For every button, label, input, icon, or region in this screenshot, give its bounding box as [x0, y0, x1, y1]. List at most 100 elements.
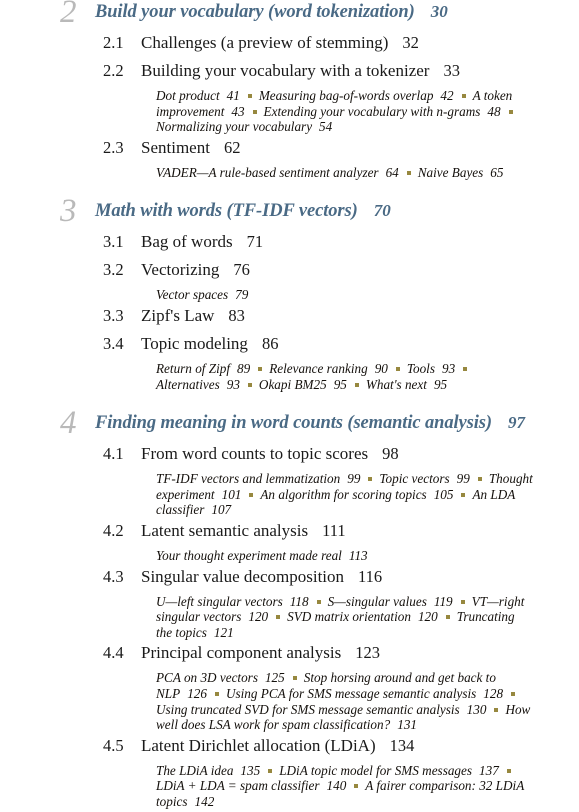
- subsection-entry[interactable]: VADER—A rule-based sentiment analyzer 64: [156, 165, 399, 180]
- chapter-spacer: [0, 395, 579, 411]
- subsection-entry[interactable]: S—singular values 119: [328, 594, 453, 609]
- subsection-page-number: 43: [231, 103, 245, 119]
- subsection-page-number: 48: [487, 103, 501, 119]
- section-title[interactable]: Principal component analysis: [141, 643, 341, 662]
- section-entry[interactable]: 3.3 Zipf's Law 83: [0, 306, 579, 331]
- subsection-entry[interactable]: U—left singular vectors 118: [156, 594, 309, 609]
- subsection-page-number: 107: [211, 502, 232, 518]
- separator-bullet-icon: [354, 784, 359, 789]
- section-entry[interactable]: 4.1 From word counts to topic scores 98: [0, 444, 579, 469]
- section-title[interactable]: Topic modeling: [141, 334, 248, 353]
- subsection-page-number: 93: [441, 360, 456, 376]
- subsection-entry[interactable]: Vector spaces 79: [156, 287, 248, 302]
- subsection-entry[interactable]: The LDiA idea 135: [156, 763, 260, 778]
- subsection-page-number: 131: [397, 717, 417, 733]
- subsection-page-number: 89: [237, 360, 251, 376]
- subsection-entry[interactable]: LDiA + LDA = spam classifier 140: [156, 778, 346, 793]
- section-number: 4.2: [103, 520, 124, 540]
- subsection-entry[interactable]: Using PCA for SMS message semantic analy…: [226, 686, 503, 701]
- section-page-number: 86: [261, 333, 279, 353]
- table-of-contents: 2 Build your vocabulary (word tokenizatio…: [0, 0, 579, 809]
- section-entry[interactable]: 2.2 Building your vocabulary with a token…: [0, 61, 579, 86]
- separator-bullet-icon: [461, 94, 466, 98]
- section-title-row: Singular value decomposition 116: [141, 567, 382, 587]
- subsection-list: U—left singular vectors 118 S—singular val…: [0, 592, 579, 644]
- subsection-entry[interactable]: Return of Zipf 89: [156, 361, 250, 376]
- section-entry[interactable]: 4.5 Latent Dirichlet allocation (LDiA) 134: [0, 736, 579, 761]
- subsection-entry[interactable]: An algorithm for scoring topics 105: [260, 487, 453, 502]
- subsection-title: SVD matrix orientation: [287, 609, 411, 625]
- separator-bullet-icon: [460, 599, 465, 604]
- subsection-entry[interactable]: Measuring bag-of-words overlap 42: [259, 88, 454, 103]
- subsection-entry[interactable]: Okapi BM25 95: [259, 377, 347, 392]
- subsection-paragraph: Your thought experiment made real 113: [0, 548, 579, 564]
- subsection-entry[interactable]: What's next 95: [366, 377, 447, 392]
- section-entry[interactable]: 3.1 Bag of words 71: [0, 232, 579, 257]
- section-title[interactable]: Sentiment: [141, 138, 210, 157]
- section-entry[interactable]: 3.4 Topic modeling 86: [0, 334, 579, 359]
- section-title[interactable]: From word counts to topic scores: [141, 444, 368, 463]
- separator-bullet-icon: [292, 676, 297, 681]
- section-entry[interactable]: 2.1 Challenges (a preview of stemming) 32: [0, 33, 579, 58]
- subsection-entry[interactable]: LDiA topic model for SMS messages 137: [279, 763, 499, 778]
- separator-bullet-icon: [247, 382, 252, 387]
- subsection-list: VADER—A rule-based sentiment analyzer 64 N…: [0, 163, 579, 184]
- section-number: 3.1: [103, 232, 124, 252]
- section-entry[interactable]: 4.4 Principal component analysis 123: [0, 643, 579, 668]
- section-title[interactable]: Singular value decomposition: [141, 567, 344, 586]
- subsection-entry[interactable]: SVD matrix orientation 120: [287, 609, 438, 624]
- subsection-title: Tools: [406, 360, 435, 376]
- subsection-entry[interactable]: Extending your vocabulary with n-grams 48: [264, 104, 501, 119]
- chapter-title[interactable]: Math with words (TF-IDF vectors): [95, 201, 358, 221]
- section-entry[interactable]: 2.3 Sentiment 62: [0, 138, 579, 163]
- subsection-title: U—left singular vectors: [156, 593, 283, 609]
- subsection-page-number: 135: [240, 762, 261, 778]
- section-page-number: 33: [443, 61, 460, 80]
- section-page-number: 62: [223, 137, 241, 157]
- section-page-number: 111: [322, 520, 346, 540]
- section-title[interactable]: Zipf's Law: [141, 306, 214, 325]
- subsection-title: Topic vectors: [379, 471, 450, 487]
- subsection-paragraph: U—left singular vectors 118 S—singular val…: [0, 594, 579, 641]
- subsection-entry[interactable]: Dot product 41: [156, 88, 240, 103]
- subsection-entry[interactable]: Normalizing your vocabulary 54: [156, 119, 332, 134]
- subsection-list: Vector spaces 79: [0, 285, 579, 306]
- section-title[interactable]: Building your vocabulary with a tokenize…: [141, 61, 429, 80]
- subsection-entry[interactable]: Topic vectors 99: [379, 471, 469, 486]
- chapter-page-number: 97: [507, 413, 525, 433]
- separator-bullet-icon: [463, 366, 468, 371]
- chapter-block: 4 Finding meaning in word counts (semanti…: [0, 407, 579, 812]
- subsection-paragraph: Return of Zipf 89 Relevance ranking 90 Tools…: [0, 361, 579, 392]
- section-number: 2.2: [103, 61, 124, 80]
- subsection-entry[interactable]: TF-IDF vectors and lemmatization 99: [156, 471, 360, 486]
- section-page-number: 134: [389, 735, 415, 755]
- section-entry[interactable]: 4.2 Latent semantic analysis 111: [0, 521, 579, 546]
- section-page-number: 71: [246, 232, 264, 252]
- subsection-entry[interactable]: Using truncated SVD for SMS message sema…: [156, 702, 486, 717]
- section-entry[interactable]: 4.3 Singular value decomposition 116: [0, 567, 579, 592]
- section-number: 3.2: [103, 260, 124, 280]
- section-title[interactable]: Vectorizing: [141, 260, 219, 279]
- chapter-heading[interactable]: 3 Math with words (TF-IDF vectors) 70: [0, 195, 579, 232]
- chapter-title[interactable]: Build your vocabulary (word tokenization…: [95, 2, 415, 22]
- subsection-entry[interactable]: Tools 93: [407, 361, 455, 376]
- section-title[interactable]: Latent Dirichlet allocation (LDiA): [141, 736, 376, 755]
- chapter-title[interactable]: Finding meaning in word counts (semantic…: [95, 413, 492, 433]
- section-title[interactable]: Bag of words: [141, 232, 233, 251]
- subsection-page-number: 99: [456, 471, 470, 487]
- chapter-heading[interactable]: 4 Finding meaning in word counts (semanti…: [0, 407, 579, 444]
- chapter-number: 2: [60, 0, 77, 30]
- chapter-heading[interactable]: 2 Build your vocabulary (word tokenizatio…: [0, 0, 579, 33]
- subsection-entry[interactable]: Alternatives 93: [156, 377, 240, 392]
- section-entry[interactable]: 3.2 Vectorizing 76: [0, 260, 579, 285]
- section-title[interactable]: Latent semantic analysis: [141, 521, 308, 540]
- subsection-entry[interactable]: Naive Bayes 65: [418, 165, 504, 180]
- subsection-entry[interactable]: PCA on 3D vectors 125: [156, 670, 285, 685]
- separator-bullet-icon: [316, 599, 321, 604]
- subsection-entry[interactable]: Relevance ranking 90: [269, 361, 388, 376]
- subsection-entry[interactable]: Your thought experiment made real 113: [156, 548, 368, 563]
- section-page-number: 83: [228, 305, 245, 325]
- separator-bullet-icon: [494, 707, 499, 712]
- section-title[interactable]: Challenges (a preview of stemming): [141, 33, 388, 52]
- section-number: 2.1: [103, 33, 124, 52]
